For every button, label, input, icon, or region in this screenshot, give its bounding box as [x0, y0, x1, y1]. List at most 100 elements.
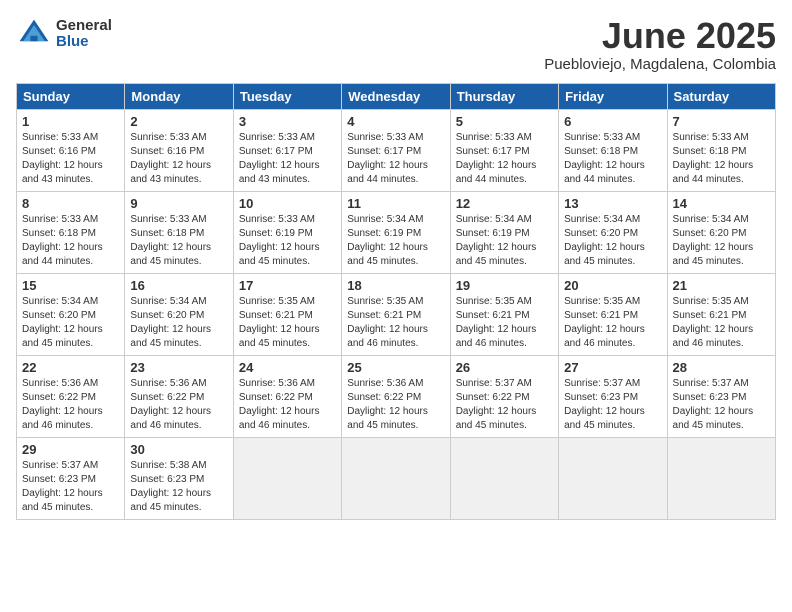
day-info: Sunrise: 5:37 AM Sunset: 6:23 PM Dayligh…: [564, 377, 661, 433]
calendar-day-cell: [667, 437, 775, 519]
calendar-day-cell: 16Sunrise: 5:34 AM Sunset: 6:20 PM Dayli…: [125, 273, 233, 355]
day-number: 27: [564, 360, 661, 375]
day-info: Sunrise: 5:36 AM Sunset: 6:22 PM Dayligh…: [22, 377, 119, 433]
day-info: Sunrise: 5:34 AM Sunset: 6:19 PM Dayligh…: [456, 213, 553, 269]
calendar-day-cell: 25 Sunrise: 5:36 AM Sunset: 6:22 PM Dayli…: [342, 355, 450, 437]
day-info: Sunrise: 5:35 AM Sunset: 6:21 PM Dayligh…: [564, 295, 661, 351]
day-number: 10: [239, 196, 336, 211]
calendar-day-cell: 24Sunrise: 5:36 AM Sunset: 6:22 PM Dayli…: [233, 355, 341, 437]
day-info: Sunrise: 5:33 AM Sunset: 6:17 PM Dayligh…: [347, 131, 444, 187]
weekday-header-cell: Sunday: [17, 83, 125, 109]
day-info: Sunrise: 5:33 AM Sunset: 6:16 PM Dayligh…: [22, 131, 119, 187]
day-number: 29: [22, 442, 119, 457]
day-number: 11: [347, 196, 444, 211]
calendar-day-cell: 28 Sunrise: 5:37 AM Sunset: 6:23 PM Dayli…: [667, 355, 775, 437]
header: General Blue June 2025 Puebloviejo, Magd…: [16, 16, 776, 73]
day-number: 26: [456, 360, 553, 375]
day-number: 12: [456, 196, 553, 211]
month-title: June 2025: [544, 16, 776, 56]
calendar-day-cell: 27 Sunrise: 5:37 AM Sunset: 6:23 PM Dayli…: [559, 355, 667, 437]
calendar-day-cell: 15Sunrise: 5:34 AM Sunset: 6:20 PM Dayli…: [17, 273, 125, 355]
logo-text: General Blue: [56, 18, 112, 51]
calendar-day-cell: 17Sunrise: 5:35 AM Sunset: 6:21 PM Dayli…: [233, 273, 341, 355]
calendar-week-row: 15Sunrise: 5:34 AM Sunset: 6:20 PM Dayli…: [17, 273, 776, 355]
day-info: Sunrise: 5:34 AM Sunset: 6:20 PM Dayligh…: [22, 295, 119, 351]
day-info: Sunrise: 5:35 AM Sunset: 6:21 PM Dayligh…: [347, 295, 444, 351]
calendar-day-cell: 30Sunrise: 5:38 AM Sunset: 6:23 PM Dayli…: [125, 437, 233, 519]
weekday-header-row: SundayMondayTuesdayWednesdayThursdayFrid…: [17, 83, 776, 109]
day-number: 20: [564, 278, 661, 293]
day-info: Sunrise: 5:36 AM Sunset: 6:22 PM Dayligh…: [239, 377, 336, 433]
day-number: 17: [239, 278, 336, 293]
logo-general-label: General: [56, 18, 112, 35]
weekday-header-cell: Tuesday: [233, 83, 341, 109]
calendar-body: 1 Sunrise: 5:33 AM Sunset: 6:16 PM Daylig…: [17, 109, 776, 519]
weekday-header-cell: Saturday: [667, 83, 775, 109]
day-number: 6: [564, 114, 661, 129]
weekday-header-cell: Wednesday: [342, 83, 450, 109]
day-number: 7: [673, 114, 770, 129]
day-info: Sunrise: 5:33 AM Sunset: 6:16 PM Dayligh…: [130, 131, 227, 187]
calendar-day-cell: 8Sunrise: 5:33 AM Sunset: 6:18 PM Daylig…: [17, 191, 125, 273]
day-number: 25: [347, 360, 444, 375]
day-number: 22: [22, 360, 119, 375]
calendar-day-cell: 9 Sunrise: 5:33 AM Sunset: 6:18 PM Daylig…: [125, 191, 233, 273]
calendar-day-cell: 14 Sunrise: 5:34 AM Sunset: 6:20 PM Dayli…: [667, 191, 775, 273]
day-info: Sunrise: 5:34 AM Sunset: 6:20 PM Dayligh…: [564, 213, 661, 269]
day-number: 3: [239, 114, 336, 129]
day-info: Sunrise: 5:35 AM Sunset: 6:21 PM Dayligh…: [456, 295, 553, 351]
day-number: 14: [673, 196, 770, 211]
day-info: Sunrise: 5:37 AM Sunset: 6:23 PM Dayligh…: [22, 459, 119, 515]
day-info: Sunrise: 5:37 AM Sunset: 6:23 PM Dayligh…: [673, 377, 770, 433]
calendar-day-cell: 20 Sunrise: 5:35 AM Sunset: 6:21 PM Dayli…: [559, 273, 667, 355]
day-info: Sunrise: 5:36 AM Sunset: 6:22 PM Dayligh…: [347, 377, 444, 433]
day-info: Sunrise: 5:38 AM Sunset: 6:23 PM Dayligh…: [130, 459, 227, 515]
calendar-day-cell: [342, 437, 450, 519]
calendar-day-cell: 4Sunrise: 5:33 AM Sunset: 6:17 PM Daylig…: [342, 109, 450, 191]
calendar-day-cell: 10 Sunrise: 5:33 AM Sunset: 6:19 PM Dayli…: [233, 191, 341, 273]
day-number: 28: [673, 360, 770, 375]
calendar-week-row: 1 Sunrise: 5:33 AM Sunset: 6:16 PM Daylig…: [17, 109, 776, 191]
logo-icon: [16, 16, 52, 52]
day-number: 23: [130, 360, 227, 375]
day-number: 21: [673, 278, 770, 293]
day-info: Sunrise: 5:33 AM Sunset: 6:18 PM Dayligh…: [130, 213, 227, 269]
day-info: Sunrise: 5:34 AM Sunset: 6:20 PM Dayligh…: [673, 213, 770, 269]
calendar-day-cell: 2 Sunrise: 5:33 AM Sunset: 6:16 PM Daylig…: [125, 109, 233, 191]
calendar-day-cell: 19 Sunrise: 5:35 AM Sunset: 6:21 PM Dayli…: [450, 273, 558, 355]
calendar-day-cell: 7 Sunrise: 5:33 AM Sunset: 6:18 PM Daylig…: [667, 109, 775, 191]
weekday-header-cell: Monday: [125, 83, 233, 109]
calendar-day-cell: 18 Sunrise: 5:35 AM Sunset: 6:21 PM Dayli…: [342, 273, 450, 355]
day-number: 9: [130, 196, 227, 211]
day-info: Sunrise: 5:33 AM Sunset: 6:18 PM Dayligh…: [673, 131, 770, 187]
calendar-day-cell: 26 Sunrise: 5:37 AM Sunset: 6:22 PM Dayli…: [450, 355, 558, 437]
day-number: 2: [130, 114, 227, 129]
day-number: 13: [564, 196, 661, 211]
day-info: Sunrise: 5:36 AM Sunset: 6:22 PM Dayligh…: [130, 377, 227, 433]
logo: General Blue: [16, 16, 112, 52]
calendar-day-cell: 21Sunrise: 5:35 AM Sunset: 6:21 PM Dayli…: [667, 273, 775, 355]
day-info: Sunrise: 5:33 AM Sunset: 6:18 PM Dayligh…: [564, 131, 661, 187]
day-number: 5: [456, 114, 553, 129]
day-info: Sunrise: 5:33 AM Sunset: 6:19 PM Dayligh…: [239, 213, 336, 269]
calendar-day-cell: 13 Sunrise: 5:34 AM Sunset: 6:20 PM Dayli…: [559, 191, 667, 273]
day-info: Sunrise: 5:37 AM Sunset: 6:22 PM Dayligh…: [456, 377, 553, 433]
calendar-day-cell: 23 Sunrise: 5:36 AM Sunset: 6:22 PM Dayli…: [125, 355, 233, 437]
day-number: 16: [130, 278, 227, 293]
calendar-table: SundayMondayTuesdayWednesdayThursdayFrid…: [16, 83, 776, 520]
calendar-day-cell: 1 Sunrise: 5:33 AM Sunset: 6:16 PM Daylig…: [17, 109, 125, 191]
weekday-header-cell: Thursday: [450, 83, 558, 109]
day-info: Sunrise: 5:33 AM Sunset: 6:17 PM Dayligh…: [456, 131, 553, 187]
calendar-day-cell: [559, 437, 667, 519]
day-number: 19: [456, 278, 553, 293]
calendar-day-cell: 6 Sunrise: 5:33 AM Sunset: 6:18 PM Daylig…: [559, 109, 667, 191]
day-number: 18: [347, 278, 444, 293]
day-info: Sunrise: 5:34 AM Sunset: 6:19 PM Dayligh…: [347, 213, 444, 269]
calendar-day-cell: 12 Sunrise: 5:34 AM Sunset: 6:19 PM Dayli…: [450, 191, 558, 273]
day-number: 8: [22, 196, 119, 211]
calendar-week-row: 8 Sunrise: 5:33 AM Sunset: 6:18 PM Daylig…: [17, 191, 776, 273]
calendar-day-cell: [233, 437, 341, 519]
title-area: June 2025 Puebloviejo, Magdalena, Colomb…: [544, 16, 776, 73]
calendar-day-cell: 29 Sunrise: 5:37 AM Sunset: 6:23 PM Dayli…: [17, 437, 125, 519]
day-number: 1: [22, 114, 119, 129]
